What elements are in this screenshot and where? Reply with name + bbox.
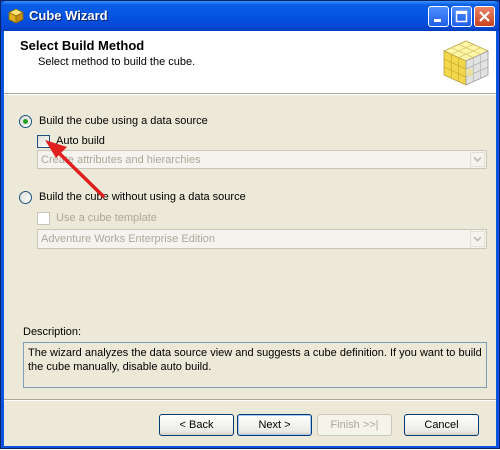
minimize-button[interactable] (428, 6, 449, 27)
radio-with-data-source[interactable] (19, 115, 32, 128)
cube-template-label: Use a cube template (56, 212, 157, 224)
minimize-icon (434, 19, 441, 22)
cube-graphic-icon (443, 40, 489, 86)
cancel-button[interactable]: Cancel (404, 414, 479, 436)
radio-without-data-source-label[interactable]: Build the cube without using a data sour… (39, 191, 246, 203)
maximize-icon (455, 10, 468, 23)
auto-build-combo[interactable]: Create attributes and hierarchies (37, 150, 487, 169)
auto-build-label[interactable]: Auto build (56, 135, 105, 147)
auto-build-combo-dropdown[interactable] (470, 152, 485, 167)
finish-button[interactable]: Finish >>| (317, 414, 392, 436)
radio-selected-dot (23, 119, 28, 124)
footer-divider-highlight (4, 400, 496, 401)
auto-build-checkbox[interactable] (37, 135, 50, 148)
radio-with-data-source-label[interactable]: Build the cube using a data source (39, 115, 208, 127)
page-subtitle: Select method to build the cube. (38, 56, 196, 68)
next-button[interactable]: Next > (237, 414, 312, 436)
close-icon (479, 11, 490, 22)
cube-template-combo-dropdown[interactable] (470, 231, 485, 247)
auto-build-combo-value: Create attributes and hierarchies (41, 154, 201, 166)
window-title: Cube Wizard (29, 8, 108, 23)
radio-without-data-source[interactable] (19, 191, 32, 204)
close-button[interactable] (474, 6, 495, 27)
description-text: The wizard analyzes the data source view… (23, 342, 487, 388)
cube-template-combo[interactable]: Adventure Works Enterprise Edition (37, 229, 487, 249)
title-bar[interactable]: Cube Wizard (1, 1, 499, 31)
header-divider (4, 94, 496, 95)
cube-template-checkbox[interactable] (37, 212, 50, 225)
wizard-client-area: Select Build Method Select method to bui… (4, 31, 496, 446)
wizard-header: Select Build Method Select method to bui… (4, 31, 496, 94)
chevron-down-icon (473, 156, 482, 163)
page-title: Select Build Method (20, 38, 145, 53)
back-button[interactable]: < Back (159, 414, 234, 436)
maximize-button[interactable] (451, 6, 472, 27)
cube-app-icon (8, 8, 24, 24)
description-label: Description: (23, 326, 82, 338)
cube-wizard-window: Cube Wizard Select Build Method Select m… (0, 0, 500, 449)
cube-template-combo-value: Adventure Works Enterprise Edition (41, 233, 216, 245)
chevron-down-icon (473, 236, 482, 242)
